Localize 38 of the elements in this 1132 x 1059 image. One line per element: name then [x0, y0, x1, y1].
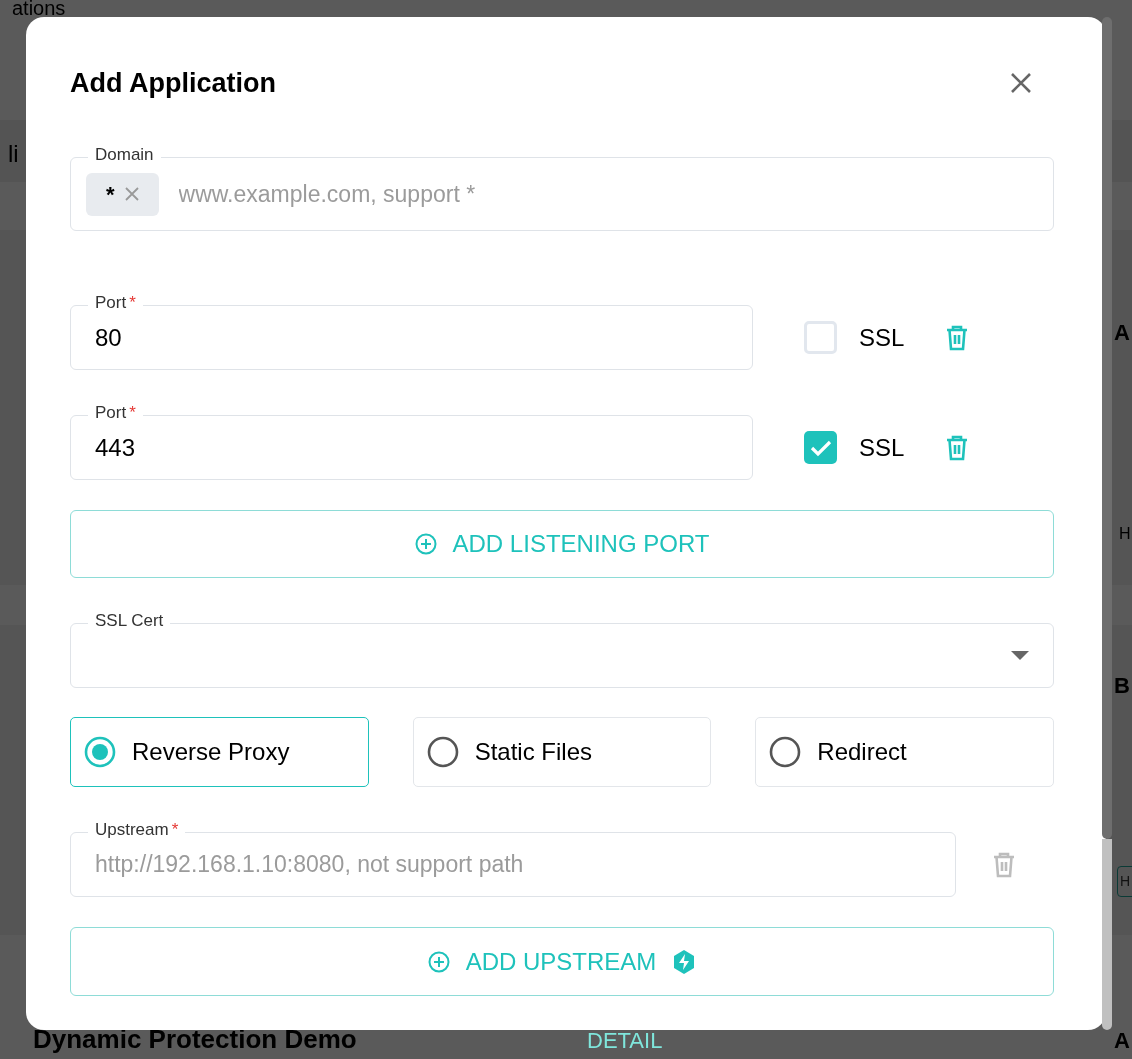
- ssl-checkbox[interactable]: [804, 431, 837, 464]
- tag-label: *: [106, 180, 115, 209]
- trash-icon[interactable]: [946, 434, 969, 461]
- plus-circle-icon: [427, 950, 450, 973]
- close-icon[interactable]: [1010, 72, 1032, 94]
- mode-option[interactable]: Reverse Proxy: [70, 717, 369, 787]
- background-text: H: [1119, 524, 1131, 544]
- background-text: A: [1114, 319, 1130, 347]
- ssl-label: SSL: [859, 322, 905, 353]
- check-icon: [809, 438, 832, 457]
- mode-option[interactable]: Redirect: [755, 717, 1054, 787]
- trash-icon[interactable]: [946, 324, 969, 351]
- background-text: ations: [12, 0, 66, 17]
- radio-icon: [426, 736, 459, 768]
- dropdown-caret-icon: [1011, 651, 1029, 660]
- mode-option[interactable]: Static Files: [412, 717, 712, 787]
- plus-circle-icon: [414, 533, 437, 555]
- background-text: A: [1114, 1027, 1130, 1055]
- ssl-label: SSL: [859, 432, 905, 463]
- background-text: li: [8, 139, 19, 169]
- port-value: 443: [95, 432, 136, 463]
- port-value: 80: [95, 322, 122, 353]
- dialog-title: Add Application: [70, 66, 276, 100]
- scrollbar-thumb[interactable]: [1102, 17, 1112, 839]
- mode-label: Reverse Proxy: [132, 737, 290, 767]
- ssl-checkbox[interactable]: [804, 321, 837, 354]
- bolt-hexagon-icon: [672, 948, 697, 975]
- radio-icon: [84, 736, 116, 768]
- background-text: Dynamic Protection Demo: [33, 1023, 357, 1056]
- close-icon[interactable]: [124, 187, 139, 201]
- domain-input[interactable]: www.example.com, support *: [178, 176, 1053, 212]
- background-text: DETAIL: [587, 1027, 663, 1055]
- field-label: SSL Cert: [95, 610, 164, 632]
- background-text: B: [1114, 672, 1130, 700]
- radio-icon: [769, 736, 802, 768]
- mode-label: Redirect: [817, 737, 907, 767]
- mode-label: Static Files: [474, 737, 593, 767]
- background-text: H: [1117, 866, 1132, 897]
